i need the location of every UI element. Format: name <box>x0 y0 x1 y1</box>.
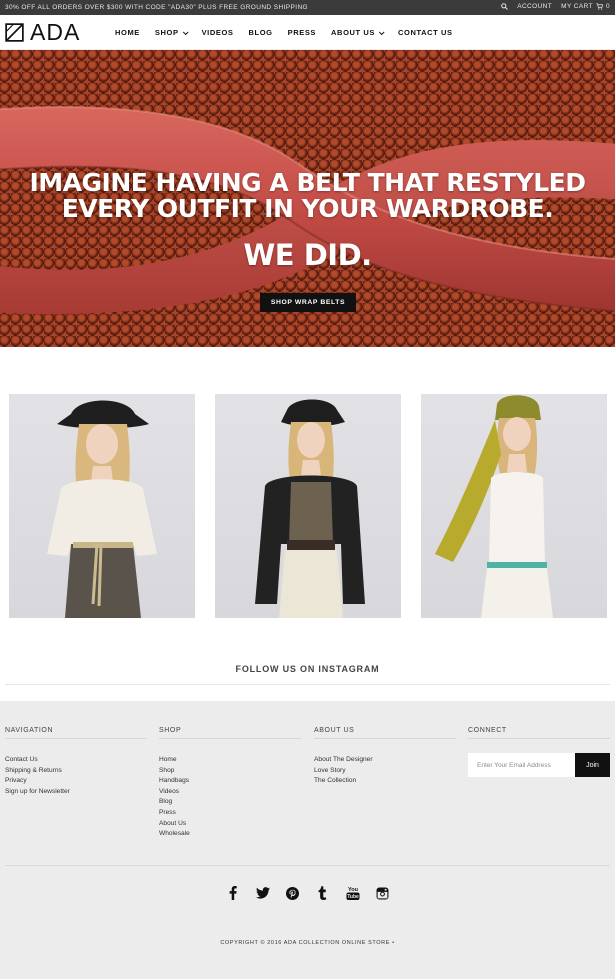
footer-link-home[interactable]: Home <box>159 755 301 766</box>
logo[interactable]: ADA <box>5 19 81 45</box>
search-icon[interactable] <box>501 3 509 10</box>
site-footer: NAVIGATION Contact Us Shipping & Returns… <box>0 701 615 979</box>
footer-heading: SHOP <box>159 727 301 739</box>
utility-links: ACCOUNT MY CART 0 <box>501 3 610 10</box>
logo-mark-icon <box>5 22 24 42</box>
newsletter-signup: Join <box>468 753 610 777</box>
youtube-icon[interactable]: You Tube <box>346 885 360 901</box>
hero-banner: IMAGINE HAVING A BELT THAT RESTYLED EVER… <box>0 50 615 347</box>
footer-link-about-designer[interactable]: About The Designer <box>314 755 456 766</box>
footer-link-shipping-returns[interactable]: Shipping & Returns <box>5 766 147 777</box>
footer-connect-column: CONNECT <box>468 727 610 739</box>
cart-link[interactable]: MY CART 0 <box>561 3 610 10</box>
footer-about-column: ABOUT US About The Designer Love Story T… <box>314 727 456 787</box>
nav-videos[interactable]: VIDEOS <box>202 28 234 37</box>
lookbook-photo-1[interactable] <box>9 394 195 618</box>
footer-link-blog[interactable]: Blog <box>159 797 301 808</box>
cart-count: 0 <box>605 3 610 10</box>
hero-subheadline: WE DID. <box>243 238 372 272</box>
footer-link-press[interactable]: Press <box>159 808 301 819</box>
footer-link-wholesale[interactable]: Wholesale <box>159 829 301 840</box>
facebook-icon[interactable] <box>226 885 240 901</box>
footer-shop-column: SHOP Home Shop Handbags Videos Blog Pres… <box>159 727 301 840</box>
footer-link-newsletter[interactable]: Sign up for Newsletter <box>5 787 147 798</box>
nav-about-us-label: ABOUT US <box>331 28 375 37</box>
tumblr-icon[interactable] <box>316 885 330 901</box>
footer-link-the-collection[interactable]: The Collection <box>314 776 456 787</box>
announcement-bar: 30% OFF ALL ORDERS OVER $300 WITH CODE "… <box>0 0 615 15</box>
lookbook-photo-3[interactable] <box>421 394 607 618</box>
chevron-down-icon <box>378 28 385 35</box>
chevron-down-icon <box>182 28 189 35</box>
promo-text: 30% OFF ALL ORDERS OVER $300 WITH CODE "… <box>5 4 308 11</box>
logo-text: ADA <box>30 19 81 45</box>
nav-about-us[interactable]: ABOUT US <box>331 28 385 37</box>
divider <box>5 684 610 685</box>
footer-link-love-story[interactable]: Love Story <box>314 766 456 777</box>
join-button[interactable]: Join <box>575 753 610 777</box>
cart-label: MY CART <box>561 3 593 10</box>
nav-shop[interactable]: SHOP <box>154 28 189 37</box>
footer-link-contact-us[interactable]: Contact Us <box>5 755 147 766</box>
footer-heading: CONNECT <box>468 727 610 739</box>
footer-link-privacy[interactable]: Privacy <box>5 776 147 787</box>
nav-shop-label: SHOP <box>154 28 179 37</box>
nav-home[interactable]: HOME <box>115 28 140 37</box>
nav-blog[interactable]: BLOG <box>249 28 273 37</box>
main-nav: HOME SHOP VIDEOS BLOG PRESS ABOUT US CON… <box>115 28 453 37</box>
instagram-icon[interactable] <box>376 885 390 901</box>
nav-press[interactable]: PRESS <box>288 28 316 37</box>
footer-heading: NAVIGATION <box>5 727 147 739</box>
footer-link-about-us[interactable]: About Us <box>159 819 301 830</box>
hero-headline: IMAGINE HAVING A BELT THAT RESTYLED EVER… <box>29 168 586 223</box>
nav-contact-us[interactable]: CONTACT US <box>398 28 453 37</box>
footer-heading: ABOUT US <box>314 727 456 739</box>
model-head-scarf-image <box>435 395 553 618</box>
twitter-icon[interactable] <box>255 885 270 901</box>
site-header: ADA HOME SHOP VIDEOS BLOG PRESS ABOUT US… <box>0 15 615 50</box>
model-hat-blouse-image <box>47 400 157 618</box>
footer-link-shop[interactable]: Shop <box>159 766 301 777</box>
instagram-section-title: FOLLOW US ON INSTAGRAM <box>235 664 380 674</box>
footer-link-handbags[interactable]: Handbags <box>159 776 301 787</box>
email-field[interactable] <box>468 753 575 777</box>
shop-wrap-belts-button[interactable]: SHOP WRAP BELTS <box>260 293 356 312</box>
youtube-label-top: You <box>348 887 358 893</box>
lookbook-grid <box>0 394 615 618</box>
social-links: You Tube <box>0 885 615 901</box>
cart-icon <box>596 3 603 10</box>
youtube-label-bottom: Tube <box>347 894 359 900</box>
copyright-text: COPYRIGHT © 2016 ADA COLLECTION ONLINE S… <box>220 940 395 946</box>
account-link[interactable]: ACCOUNT <box>517 3 552 10</box>
footer-navigation-column: NAVIGATION Contact Us Shipping & Returns… <box>5 727 147 797</box>
divider <box>5 865 610 866</box>
footer-link-videos[interactable]: Videos <box>159 787 301 798</box>
pinterest-icon[interactable] <box>286 885 300 901</box>
model-leather-jacket-image <box>255 399 365 618</box>
lookbook-photo-2[interactable] <box>215 394 401 618</box>
